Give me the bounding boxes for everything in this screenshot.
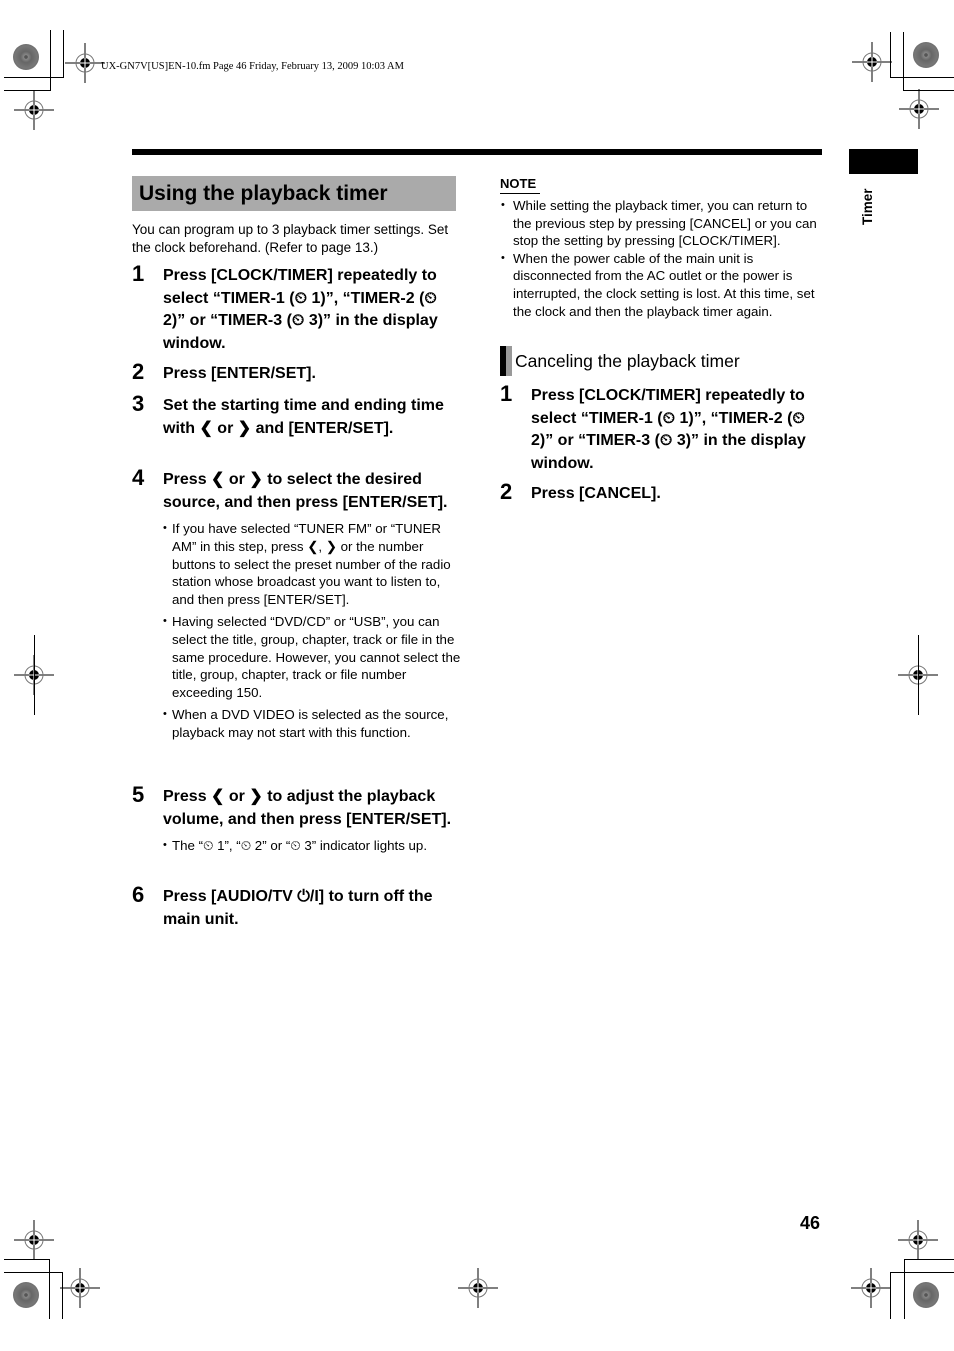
crop-line: [890, 77, 954, 78]
step-text: Press [ENTER/SET].: [163, 365, 316, 382]
registration-target-icon: [899, 89, 939, 129]
step-text: Press ❮ or ❯ to select the desired sourc…: [163, 471, 448, 511]
step-number: 1: [132, 261, 145, 286]
bullet-item: If you have selected “TUNER FM” or “TUNE…: [163, 520, 462, 609]
crop-line: [890, 1272, 954, 1273]
note-item: When the power cable of the main unit is…: [500, 250, 825, 320]
note-item: While setting the playback timer, you ca…: [500, 197, 825, 250]
side-tab-label: Timer: [852, 182, 888, 227]
crop-line: [34, 635, 35, 715]
registration-disc-icon: [13, 44, 39, 70]
registration-target-icon: [851, 1268, 891, 1308]
registration-target-icon: [60, 1268, 100, 1308]
crop-line: [4, 1272, 63, 1273]
step-2: 2 Press [ENTER/SET].: [132, 359, 462, 386]
note-heading: NOTE: [500, 176, 540, 194]
side-tab-bar: [849, 149, 918, 174]
registration-target-icon: [458, 1268, 498, 1308]
registration-disc-icon: [13, 1282, 39, 1308]
file-slug: UX-GN7V[US]EN-10.fm Page 46 Friday, Febr…: [101, 61, 404, 72]
registration-target-icon: [65, 43, 105, 83]
step-text: Set the starting time and ending time wi…: [163, 397, 444, 437]
crop-line: [50, 30, 51, 78]
subsection-bar-light: [506, 346, 512, 376]
step-number: 6: [132, 882, 145, 907]
step-number: 2: [500, 479, 513, 504]
top-rule: [132, 149, 822, 155]
step-text: Press [AUDIO/TV ⏻/I] to turn off the mai…: [163, 888, 433, 928]
subsection-title-text: Canceling the playback timer: [515, 350, 740, 371]
step-number: 2: [132, 359, 145, 384]
registration-disc-icon: [913, 1282, 939, 1308]
registration-target-icon: [898, 1220, 938, 1260]
step-number: 3: [132, 391, 145, 416]
bullet-item: The “⏲ 1”, “⏲ 2” or “⏲ 3” indicator ligh…: [163, 837, 462, 855]
step-text: Press [CANCEL].: [531, 485, 661, 502]
step-text: Press [CLOCK/TIMER] repeatedly to select…: [531, 387, 806, 472]
registration-disc-icon: [913, 42, 939, 68]
crop-line: [4, 77, 64, 78]
crop-line: [903, 32, 904, 91]
note-list: While setting the playback timer, you ca…: [500, 197, 825, 320]
step-5-bullets: The “⏲ 1”, “⏲ 2” or “⏲ 3” indicator ligh…: [163, 837, 462, 855]
bullet-item: When a DVD VIDEO is selected as the sour…: [163, 706, 462, 742]
subsection-title: Canceling the playback timer: [500, 346, 740, 376]
step-number: 5: [132, 782, 145, 807]
step-number: 4: [132, 465, 145, 490]
step-text: Press [CLOCK/TIMER] repeatedly to select…: [163, 267, 438, 352]
section-title: Using the playback timer: [132, 176, 456, 211]
cancel-step-1: 1 Press [CLOCK/TIMER] repeatedly to sele…: [500, 381, 830, 475]
bullet-item: Having selected “DVD/CD” or “USB”, you c…: [163, 613, 462, 702]
crop-line: [918, 635, 919, 715]
crop-line: [49, 1259, 50, 1319]
step-3: 3 Set the starting time and ending time …: [132, 391, 462, 440]
registration-target-icon: [852, 42, 892, 82]
step-4-bullets: If you have selected “TUNER FM” or “TUNE…: [163, 520, 462, 742]
step-5: 5 Press ❮ or ❯ to adjust the playback vo…: [132, 782, 462, 859]
intro-text: You can program up to 3 playback timer s…: [132, 222, 449, 255]
crop-line: [904, 1259, 905, 1319]
step-text: Press ❮ or ❯ to adjust the playback volu…: [163, 788, 452, 828]
registration-target-icon: [14, 90, 54, 130]
registration-target-icon: [14, 1220, 54, 1260]
step-6: 6 Press [AUDIO/TV ⏻/I] to turn off the m…: [132, 882, 462, 931]
step-1: 1 Press [CLOCK/TIMER] repeatedly to sele…: [132, 261, 462, 355]
step-4: 4 Press ❮ or ❯ to select the desired sou…: [132, 465, 462, 746]
cancel-step-2: 2 Press [CANCEL].: [500, 479, 830, 506]
side-tab-text: Timer: [860, 188, 875, 225]
step-number: 1: [500, 381, 513, 406]
page-number: 46: [800, 1213, 821, 1233]
crop-line: [63, 30, 64, 78]
